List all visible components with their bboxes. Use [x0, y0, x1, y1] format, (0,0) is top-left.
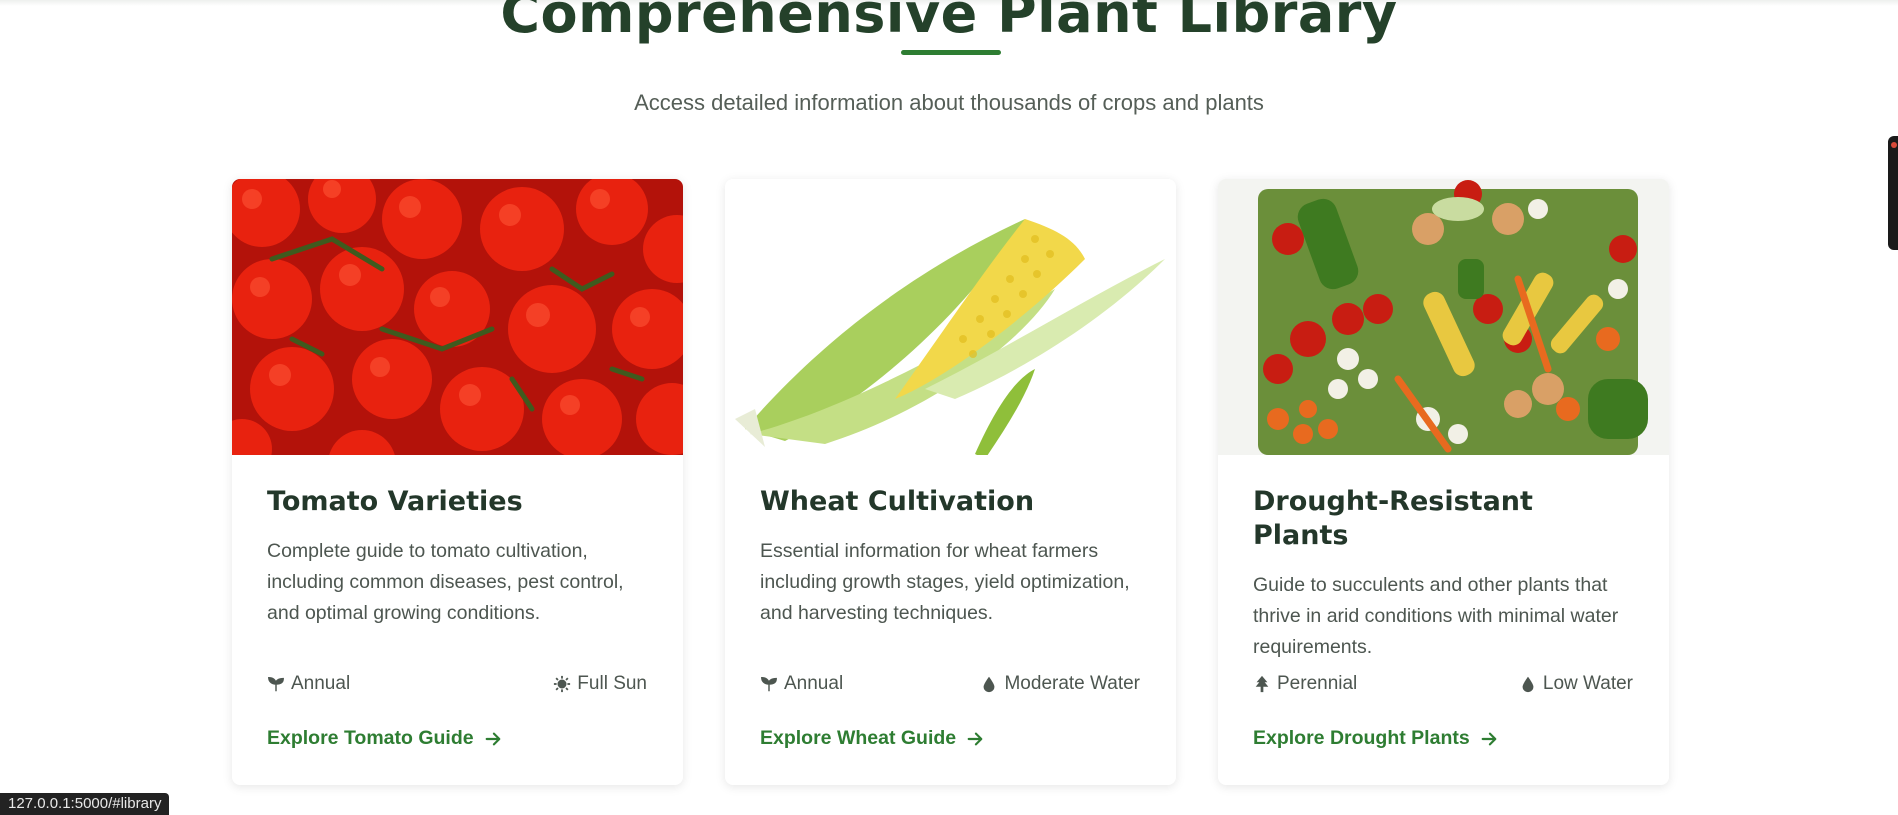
vegetables-photo — [1218, 179, 1669, 455]
side-widget-tab[interactable] — [1888, 136, 1898, 250]
sun-icon — [554, 675, 571, 693]
explore-link-label: Explore Wheat Guide — [760, 727, 957, 749]
plant-card-drought[interactable]: Drought-Resistant Plants Guide to succul… — [1218, 179, 1669, 785]
meta-light-label: Full Sun — [577, 673, 647, 694]
water-drop-icon — [1522, 676, 1534, 693]
meta-water-label: Low Water — [1542, 673, 1633, 694]
meta-water-label: Moderate Water — [1004, 673, 1140, 694]
meta-lifecycle-label: Annual — [784, 673, 844, 694]
arrow-right-icon — [1481, 732, 1497, 745]
card-meta: Perennial Low Water — [1253, 673, 1633, 695]
water-drop-icon — [984, 676, 995, 693]
tomatoes-photo — [232, 179, 683, 455]
section-title: Comprehensive Plant Library — [500, 0, 1398, 45]
tree-icon — [1255, 675, 1269, 693]
card-description: Complete guide to tomato cultivation, in… — [267, 540, 624, 624]
card-title: Wheat Cultivation — [760, 486, 1035, 517]
section-subtitle: Access detailed information about thousa… — [634, 90, 1264, 115]
explore-link-label: Explore Drought Plants — [1253, 727, 1470, 749]
record-dot-icon — [1891, 142, 1897, 148]
card-meta: Annual Full Sun — [267, 673, 647, 695]
explore-drought-link[interactable]: Explore Drought Plants — [1253, 727, 1498, 750]
meta-lifecycle-label: Perennial — [1277, 673, 1358, 694]
plant-card-tomato[interactable]: Tomato Varieties Complete guide to tomat… — [232, 179, 683, 785]
seedling-icon — [268, 676, 284, 692]
explore-wheat-link[interactable]: Explore Wheat Guide — [760, 727, 984, 750]
explore-link-label: Explore Tomato Guide — [267, 727, 474, 749]
meta-lifecycle: Annual — [760, 673, 843, 695]
meta-lifecycle: Perennial — [1253, 673, 1357, 695]
card-description: Guide to succulents and other plants tha… — [1253, 574, 1619, 658]
arrow-right-icon — [967, 732, 983, 745]
card-meta: Annual Moderate Water — [760, 673, 1140, 695]
meta-water: Moderate Water — [980, 673, 1140, 695]
seedling-icon — [761, 676, 777, 692]
explore-tomato-link[interactable]: Explore Tomato Guide — [267, 727, 502, 750]
status-bar-url: 127.0.0.1:5000/#library — [0, 793, 170, 815]
plant-card-wheat[interactable]: Wheat Cultivation Essential information … — [725, 179, 1176, 785]
meta-lifecycle: Annual — [267, 673, 350, 695]
card-title: Tomato Varieties — [267, 486, 523, 517]
meta-lifecycle-label: Annual — [291, 673, 351, 694]
corn-photo — [725, 179, 1176, 455]
arrow-right-icon — [485, 732, 500, 745]
card-title: Drought-Resistant Plants — [1253, 486, 1533, 551]
title-underline — [901, 50, 1001, 55]
meta-light: Full Sun — [553, 673, 647, 695]
meta-water: Low Water — [1519, 673, 1633, 695]
card-description: Essential information for wheat farmers … — [760, 540, 1130, 624]
